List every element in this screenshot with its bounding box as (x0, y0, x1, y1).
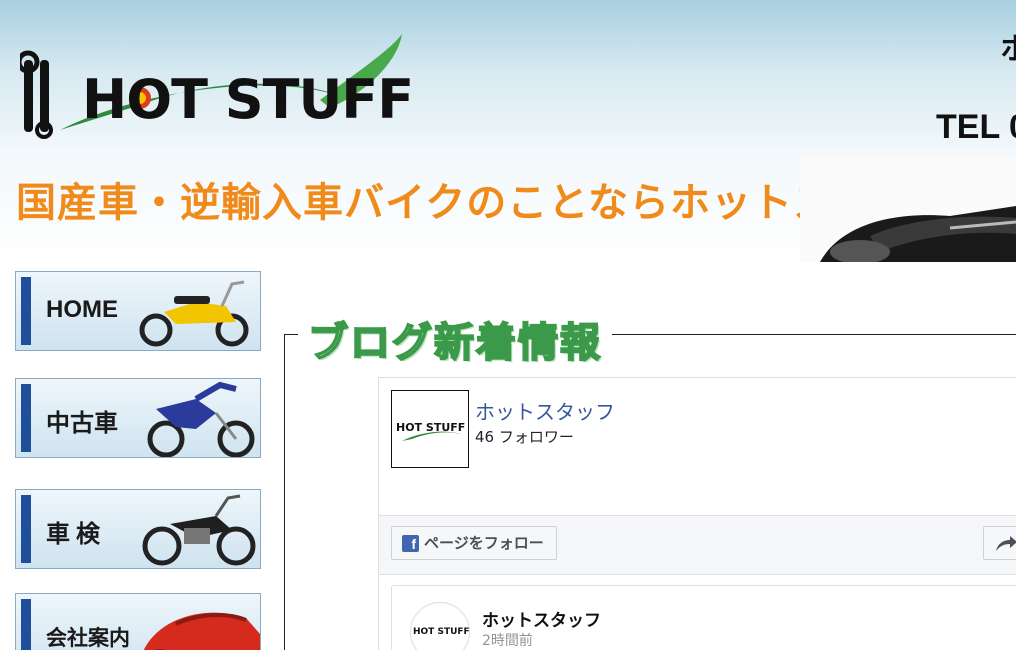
header-tel[interactable]: TEL 0 (936, 108, 1016, 147)
blog-title: ブログ新着情報 (307, 319, 602, 367)
fb-follower-count: 46 フォロワー (475, 428, 574, 446)
minibike-image (139, 280, 249, 347)
sidebar-item-label: HOME (46, 296, 118, 323)
sidebar-accent-bar (21, 599, 31, 650)
logo-text: HOT STUFF (82, 68, 414, 131)
fb-action-bar: f ページをフォロー (379, 515, 1016, 575)
sidebar-item-company[interactable]: 会社案内 (15, 593, 261, 650)
sidebar-accent-bar (21, 277, 31, 345)
fb-post-card: HOT STUFF ホットスタッフ 2時間前 (391, 585, 1016, 650)
sidebar-item-inspection[interactable]: 車検 (15, 489, 261, 569)
fb-share-button[interactable] (983, 526, 1016, 560)
sidebar-item-label: 車検 (46, 520, 106, 548)
fb-page-header: HOT STUFF ホットスタッフ 46 フォロワー (379, 378, 1016, 515)
site-header: HOT STUFF ホ TEL 0 国産車・逆輸入車バイクのことならホットスタ (0, 0, 1016, 262)
sidebar-item-home[interactable]: HOME (15, 271, 261, 351)
header-company-fragment: ホ (1000, 32, 1016, 67)
fb-follow-button[interactable]: f ページをフォロー (391, 526, 557, 560)
post-avatar-logo-text: HOT STUFF (413, 627, 470, 637)
offroad-bike-image (147, 381, 255, 457)
sidebar-item-label: 中古車 (46, 409, 118, 437)
fb-page-name[interactable]: ホットスタッフ (475, 396, 615, 425)
facebook-page-plugin: HOT STUFF ホットスタッフ 46 フォロワー f ページをフォロー HO… (378, 377, 1016, 650)
classic-bike-image (142, 494, 256, 566)
avatar-swoosh-icon (402, 431, 464, 441)
header-tagline: 国産車・逆輸入車バイクのことならホットスタ (16, 180, 875, 226)
blog-section-heading: ブログ新着情報 (298, 310, 612, 368)
sidebar-item-label: 会社案内 (46, 626, 130, 650)
fb-post-avatar[interactable]: HOT STUFF (410, 602, 470, 650)
hot-stuff-logo[interactable]: HOT STUFF (20, 30, 450, 140)
fb-follow-label: ページをフォロー (424, 534, 544, 552)
header-motorcycle-image (800, 156, 1016, 262)
fb-post-author[interactable]: ホットスタッフ (482, 606, 601, 631)
sidebar-accent-bar (21, 384, 31, 452)
fb-page-avatar[interactable]: HOT STUFF (391, 390, 469, 468)
sidebar-accent-bar (21, 495, 31, 563)
facebook-icon: f (402, 535, 419, 552)
fb-post-timestamp[interactable]: 2時間前 (482, 630, 533, 650)
share-arrow-icon (996, 536, 1016, 551)
sidebar-item-used-bikes[interactable]: 中古車 (15, 378, 261, 458)
sport-bike-image (143, 612, 260, 650)
